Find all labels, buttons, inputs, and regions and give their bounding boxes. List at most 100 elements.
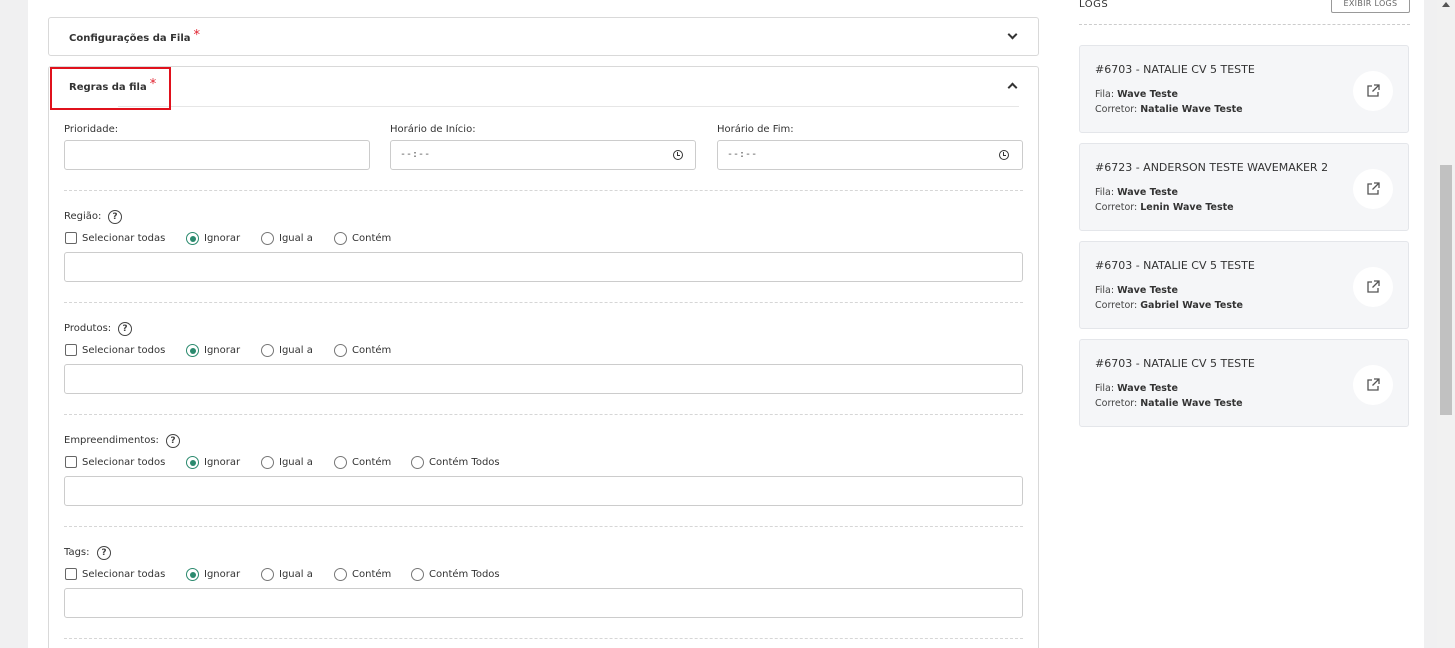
log-corretor-label: Corretor: (1095, 300, 1138, 311)
log-fila-value: Wave Teste (1117, 187, 1178, 198)
option-label: Ignorar (204, 457, 241, 468)
external-link-icon (1367, 182, 1380, 195)
log-fila-label: Fila: (1095, 187, 1115, 198)
checkbox-box[interactable] (65, 344, 77, 356)
tags-select-all-checkbox[interactable]: Selecionar todas (65, 568, 165, 580)
empreendimentos-select-all-checkbox[interactable]: Selecionar todos (65, 456, 165, 468)
radio-checked[interactable] (186, 456, 199, 469)
produtos-label: Produtos: (64, 323, 112, 334)
tags-label: Tags: (64, 547, 90, 558)
option-label: Contém (352, 233, 392, 244)
clock-icon[interactable] (673, 150, 683, 160)
checkbox-box[interactable] (65, 456, 77, 468)
radio-unchecked[interactable] (261, 232, 274, 245)
horario-fim-input[interactable]: --:-- (717, 140, 1023, 170)
page-scrollbar[interactable] (1437, 0, 1455, 648)
option-label: Contém Todos (429, 457, 500, 468)
regiao-label: Região: (64, 211, 102, 222)
open-external-button[interactable] (1353, 365, 1393, 405)
regiao-input[interactable] (64, 252, 1023, 282)
option-label: Selecionar todas (82, 568, 166, 580)
empreendimentos-label: Empreendimentos: (64, 435, 159, 446)
radio-checked[interactable] (186, 344, 199, 357)
tags-input[interactable] (64, 588, 1023, 618)
help-icon[interactable]: ? (108, 210, 122, 224)
empreendimentos-radio-igual[interactable]: Igual a (261, 456, 313, 469)
log-fila-label: Fila: (1095, 383, 1115, 394)
log-corretor-label: Corretor: (1095, 202, 1138, 213)
option-label: Contém (352, 345, 392, 356)
radio-unchecked[interactable] (261, 344, 274, 357)
empreendimentos-radio-contem[interactable]: Contém (334, 456, 391, 469)
log-corretor: Corretor: Natalie Wave Teste (1095, 104, 1243, 115)
radio-unchecked[interactable] (261, 456, 274, 469)
regiao-radio-igual[interactable]: Igual a (261, 232, 313, 245)
exibir-logs-button[interactable]: EXIBIR LOGS (1331, 0, 1410, 13)
open-external-button[interactable] (1353, 71, 1393, 111)
log-fila-label: Fila: (1095, 89, 1115, 100)
tags-radio-contem-todos[interactable]: Contém Todos (411, 568, 500, 581)
log-corretor-value: Gabriel Wave Teste (1140, 300, 1243, 311)
log-title: #6703 - NATALIE CV 5 TESTE (1095, 357, 1255, 370)
option-label: Ignorar (204, 233, 241, 244)
radio-unchecked[interactable] (411, 568, 424, 581)
prioridade-input[interactable] (64, 140, 370, 170)
tags-radio-contem[interactable]: Contém (334, 568, 391, 581)
log-card: #6703 - NATALIE CV 5 TESTE Fila: Wave Te… (1079, 241, 1409, 329)
scrollbar-thumb[interactable] (1440, 165, 1452, 415)
log-fila: Fila: Wave Teste (1095, 285, 1178, 296)
scroll-up-arrow-icon[interactable] (1442, 2, 1450, 7)
log-fila: Fila: Wave Teste (1095, 89, 1178, 100)
log-corretor: Corretor: Lenin Wave Teste (1095, 202, 1234, 213)
external-link-icon (1367, 84, 1380, 97)
produtos-radio-contem[interactable]: Contém (334, 344, 391, 357)
radio-unchecked[interactable] (334, 568, 347, 581)
regiao-radio-contem[interactable]: Contém (334, 232, 391, 245)
empreendimentos-radio-ignorar[interactable]: Ignorar (186, 456, 240, 469)
radio-unchecked[interactable] (334, 232, 347, 245)
accordion-configuracoes-title[interactable]: Configurações da Fila * (69, 28, 200, 45)
empreendimentos-input[interactable] (64, 476, 1023, 506)
log-title: #6723 - ANDERSON TESTE WAVEMAKER 2 (1095, 161, 1329, 174)
log-fila: Fila: Wave Teste (1095, 187, 1178, 198)
log-fila-value: Wave Teste (1117, 383, 1178, 394)
open-external-button[interactable] (1353, 267, 1393, 307)
help-icon[interactable]: ? (166, 434, 180, 448)
option-label: Igual a (279, 569, 313, 580)
radio-checked[interactable] (186, 568, 199, 581)
radio-unchecked[interactable] (334, 344, 347, 357)
radio-unchecked[interactable] (411, 456, 424, 469)
horario-fim-label: Horário de Fim: (717, 124, 794, 135)
produtos-radio-ignorar[interactable]: Ignorar (186, 344, 240, 357)
empreendimentos-radio-contem-todos[interactable]: Contém Todos (411, 456, 500, 469)
regiao-select-all-checkbox[interactable]: Selecionar todas (65, 232, 165, 244)
checkbox-box[interactable] (65, 232, 77, 244)
radio-unchecked[interactable] (261, 568, 274, 581)
log-corretor: Corretor: Gabriel Wave Teste (1095, 300, 1243, 311)
produtos-select-all-checkbox[interactable]: Selecionar todos (65, 344, 165, 356)
produtos-input[interactable] (64, 364, 1023, 394)
log-card: #6703 - NATALIE CV 5 TESTE Fila: Wave Te… (1079, 339, 1409, 427)
option-label: Igual a (279, 233, 313, 244)
produtos-radio-igual[interactable]: Igual a (261, 344, 313, 357)
open-external-button[interactable] (1353, 169, 1393, 209)
option-label: Ignorar (204, 569, 241, 580)
logs-title: LOGS (1079, 0, 1109, 10)
option-label: Contém (352, 569, 392, 580)
option-label: Ignorar (204, 345, 241, 356)
help-icon[interactable]: ? (118, 322, 132, 336)
option-label: Contém (352, 457, 392, 468)
checkbox-box[interactable] (65, 568, 77, 580)
regiao-radio-ignorar[interactable]: Ignorar (186, 232, 240, 245)
section-divider (64, 638, 1023, 639)
horario-inicio-input[interactable]: --:-- (390, 140, 696, 170)
clock-icon[interactable] (999, 150, 1009, 160)
option-label: Selecionar todos (82, 456, 166, 468)
prioridade-label: Prioridade: (64, 124, 119, 135)
tags-radio-ignorar[interactable]: Ignorar (186, 568, 240, 581)
help-icon[interactable]: ? (97, 546, 111, 560)
radio-checked[interactable] (186, 232, 199, 245)
radio-unchecked[interactable] (334, 456, 347, 469)
tags-radio-igual[interactable]: Igual a (261, 568, 313, 581)
log-fila-value: Wave Teste (1117, 89, 1178, 100)
